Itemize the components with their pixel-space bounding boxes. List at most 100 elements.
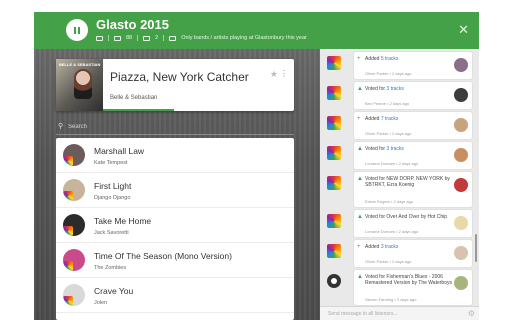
thumb-icon: ▲: [357, 86, 363, 92]
track-source-icon: [327, 274, 341, 288]
avatar[interactable]: [454, 148, 468, 162]
feed-text: Voted for 3 tracks: [365, 146, 455, 152]
dj-icon: [143, 35, 151, 41]
thumb-icon: ▲: [357, 146, 363, 152]
feed-item[interactable]: ▲ Voted for Over And Over by Hot Chip Lo…: [327, 210, 472, 237]
brand-icon: [63, 296, 73, 306]
avatar[interactable]: [454, 88, 468, 102]
track-title: Time Of The Season (Mono Version): [94, 251, 232, 261]
room-header: Glasto 2015 88 2 Only bands / artists pl…: [34, 12, 479, 49]
feed-link[interactable]: 3 tracks: [386, 146, 404, 152]
avatar: [63, 144, 85, 166]
chat-input[interactable]: [328, 309, 456, 319]
more-icon[interactable]: ⋮: [280, 69, 288, 78]
queue-item[interactable]: Take Me Home Jack Savoretti: [56, 208, 294, 243]
queue-item[interactable]: Time Of The Season (Mono Version) The Zo…: [56, 243, 294, 278]
track-artist: Jolen: [94, 300, 108, 306]
feed-item[interactable]: ▲ Voted for 3 tracks Ben Pearce • 2 days…: [327, 82, 472, 109]
room-app: Glasto 2015 88 2 Only bands / artists pl…: [34, 12, 479, 320]
feed-meta: Edwin Rogers • 2 days ago: [365, 199, 414, 204]
avatar[interactable]: [454, 118, 468, 132]
now-playing-artist: Belle & Sebastian: [110, 95, 158, 101]
brand-icon: [327, 116, 341, 130]
queue-item[interactable]: First Light Django Django: [56, 173, 294, 208]
feed-link[interactable]: 7 tracks: [381, 116, 399, 122]
feed-item[interactable]: + Added 5 tracks Oliver Parker • 2 days …: [327, 52, 472, 79]
feed-action: Voted for: [365, 86, 386, 92]
feed-meta: Oliver Parker • 2 days ago: [365, 71, 412, 76]
star-icon[interactable]: ★: [270, 69, 278, 80]
track-artist: Kate Tempest: [94, 160, 128, 166]
avatar[interactable]: [454, 178, 468, 192]
brand-icon: [327, 176, 341, 190]
track-title: Marshall Law: [94, 146, 145, 156]
gear-icon[interactable]: ⚙: [468, 309, 475, 318]
avatar[interactable]: [454, 58, 468, 72]
pause-button[interactable]: [66, 19, 88, 41]
brand-icon: [327, 86, 341, 100]
feed-scrollbar[interactable]: [475, 234, 477, 262]
feed-item[interactable]: + Added 3 tracks Oliver Parker • 2 days …: [327, 240, 472, 267]
album-art-figure: [74, 69, 92, 99]
share-icon[interactable]: [96, 35, 103, 41]
pause-icon: [74, 26, 80, 34]
feed-item[interactable]: ▲ Voted for NEW DORP, NEW YORK by SBTRKT…: [327, 172, 472, 207]
djs-count: 2: [155, 35, 159, 41]
activity-feed: + Added 5 tracks Oliver Parker • 2 days …: [320, 49, 479, 320]
album-art-text: BELLE & SEBASTIAN: [59, 62, 101, 67]
track-artist: The Zombies: [94, 265, 127, 271]
track-artist: Jack Savoretti: [94, 230, 129, 236]
brand-icon: [327, 146, 341, 160]
feed-item[interactable]: ▲ Voted for Fisherman's Blues - 2006 Rem…: [327, 270, 472, 305]
avatar: [63, 214, 85, 236]
feed-item[interactable]: + Added 7 tracks Oliver Parker • 2 days …: [327, 112, 472, 139]
feed-meta: Lorraine Durnam • 2 days ago: [365, 229, 419, 234]
feed-meta: Steven Farming • 2 days ago: [365, 297, 417, 302]
plus-icon: +: [357, 244, 361, 250]
feed-action: Added: [365, 56, 380, 62]
track-artist: Django Django: [94, 195, 131, 201]
room-title: Glasto 2015: [96, 17, 169, 32]
search-input[interactable]: [68, 121, 288, 133]
track-title: Take Me Home: [94, 216, 152, 226]
queue-item[interactable]: Marshall Law Kate Tempest: [56, 138, 294, 173]
brand-icon: [63, 226, 73, 236]
thumb-icon: ▲: [357, 214, 363, 220]
chat-icon: [169, 35, 177, 41]
avatar[interactable]: [454, 216, 468, 230]
feed-action: Voted for: [365, 146, 386, 152]
search-bar[interactable]: ⚲: [56, 119, 294, 135]
chat-bar: ⚙: [320, 306, 479, 320]
divider: [163, 35, 165, 41]
progress-bar: [103, 109, 174, 111]
feed-detail: Over And Over by Hot Chip: [386, 214, 447, 220]
feed-list: + Added 5 tracks Oliver Parker • 2 days …: [320, 49, 479, 306]
feed-text: Voted for Over And Over by Hot Chip: [365, 214, 455, 220]
feed-meta: Oliver Parker • 2 days ago: [365, 131, 412, 136]
track-title: First Light: [94, 181, 132, 191]
users-count: 88: [126, 35, 133, 41]
avatar[interactable]: [454, 246, 468, 260]
avatar[interactable]: [454, 276, 468, 290]
now-playing-card[interactable]: BELLE & SEBASTIAN Piazza, New York Catch…: [56, 59, 294, 111]
avatar: [63, 179, 85, 201]
feed-link[interactable]: 3 tracks: [386, 86, 404, 92]
brand-icon: [63, 156, 73, 166]
room-meta: 88 2 Only bands / artists playing at Gla…: [96, 35, 307, 41]
close-icon[interactable]: ✕: [458, 23, 469, 36]
feed-text: Voted for 3 tracks: [365, 86, 455, 92]
search-icon: ⚲: [58, 123, 64, 130]
brand-icon: [63, 191, 73, 201]
feed-action: Voted for: [365, 214, 386, 220]
feed-action: Added: [365, 116, 380, 122]
feed-text: Voted for Fisherman's Blues - 2006 Remas…: [365, 274, 455, 286]
album-art: BELLE & SEBASTIAN: [56, 59, 103, 111]
avatar: [63, 249, 85, 271]
feed-link[interactable]: 5 tracks: [381, 56, 399, 62]
queue-item[interactable]: Crave You Jolen: [56, 278, 294, 313]
feed-item[interactable]: ▲ Voted for 3 tracks Lorraine Durnam • 2…: [327, 142, 472, 169]
brand-icon: [327, 214, 341, 228]
feed-text: Added 3 tracks: [365, 244, 455, 250]
feed-link[interactable]: 3 tracks: [381, 244, 399, 250]
plus-icon: +: [357, 56, 361, 62]
